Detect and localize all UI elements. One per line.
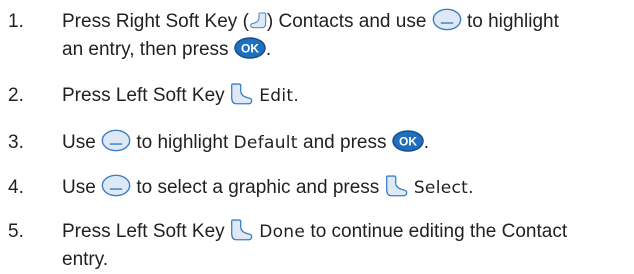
ok-key-icon: OK (392, 130, 424, 152)
step-text: Press Right Soft Key ( ) Contacts and use… (62, 8, 630, 64)
menu-option-default: Default (233, 133, 298, 153)
navigation-key-icon (101, 174, 131, 197)
step-text-segment: Use (62, 132, 96, 153)
step-text: Press Left Soft Key Edit. (62, 82, 630, 110)
step-text-segment: Press Right Soft Key ( (62, 11, 249, 32)
ok-key-icon: OK (234, 37, 266, 59)
step-text-segment: to highlight (466, 11, 559, 32)
step-text-segment: . (423, 132, 430, 153)
softkey-label-done: Done (259, 222, 306, 242)
instruction-steps: 1. Press Right Soft Key ( ) Contacts and … (0, 0, 634, 272)
step-number: 4. (8, 177, 24, 198)
step-text-segment: Press Left Soft Key (62, 221, 225, 242)
step-text: Use to highlight Default and press OK. (62, 129, 630, 157)
step-text-segment: and press (303, 132, 387, 153)
step-number: 2. (8, 85, 24, 106)
softkey-label-select: Select. (413, 178, 474, 198)
step-text-segment: an entry, then press (62, 39, 229, 60)
step-text-segment: Use (62, 177, 96, 198)
step-number: 1. (8, 11, 24, 32)
left-soft-key-icon (230, 82, 254, 105)
step-text-segment: entry. (62, 249, 109, 270)
right-soft-key-icon (249, 9, 267, 31)
step-text-segment: to select a graphic and press (136, 177, 380, 198)
navigation-key-icon (432, 8, 462, 31)
step-text-segment: to continue editing the Contact (310, 221, 568, 242)
left-soft-key-icon (230, 218, 254, 241)
left-soft-key-icon (385, 174, 409, 197)
softkey-label-edit: Edit. (259, 86, 300, 106)
step-text: Use to select a graphic and press Select… (62, 174, 630, 202)
step-number: 3. (8, 132, 24, 153)
step-number: 5. (8, 221, 24, 242)
step-text-segment: to highlight (136, 132, 229, 153)
ok-key-label: OK (241, 41, 259, 55)
step-text-segment: Press Left Soft Key (62, 85, 225, 106)
navigation-key-icon (101, 129, 131, 152)
step-text-segment: ) Contacts and use (266, 11, 427, 32)
step-text: Press Left Soft Key Done to continue edi… (62, 218, 630, 274)
ok-key-label: OK (399, 134, 417, 148)
step-text-segment: . (265, 39, 272, 60)
